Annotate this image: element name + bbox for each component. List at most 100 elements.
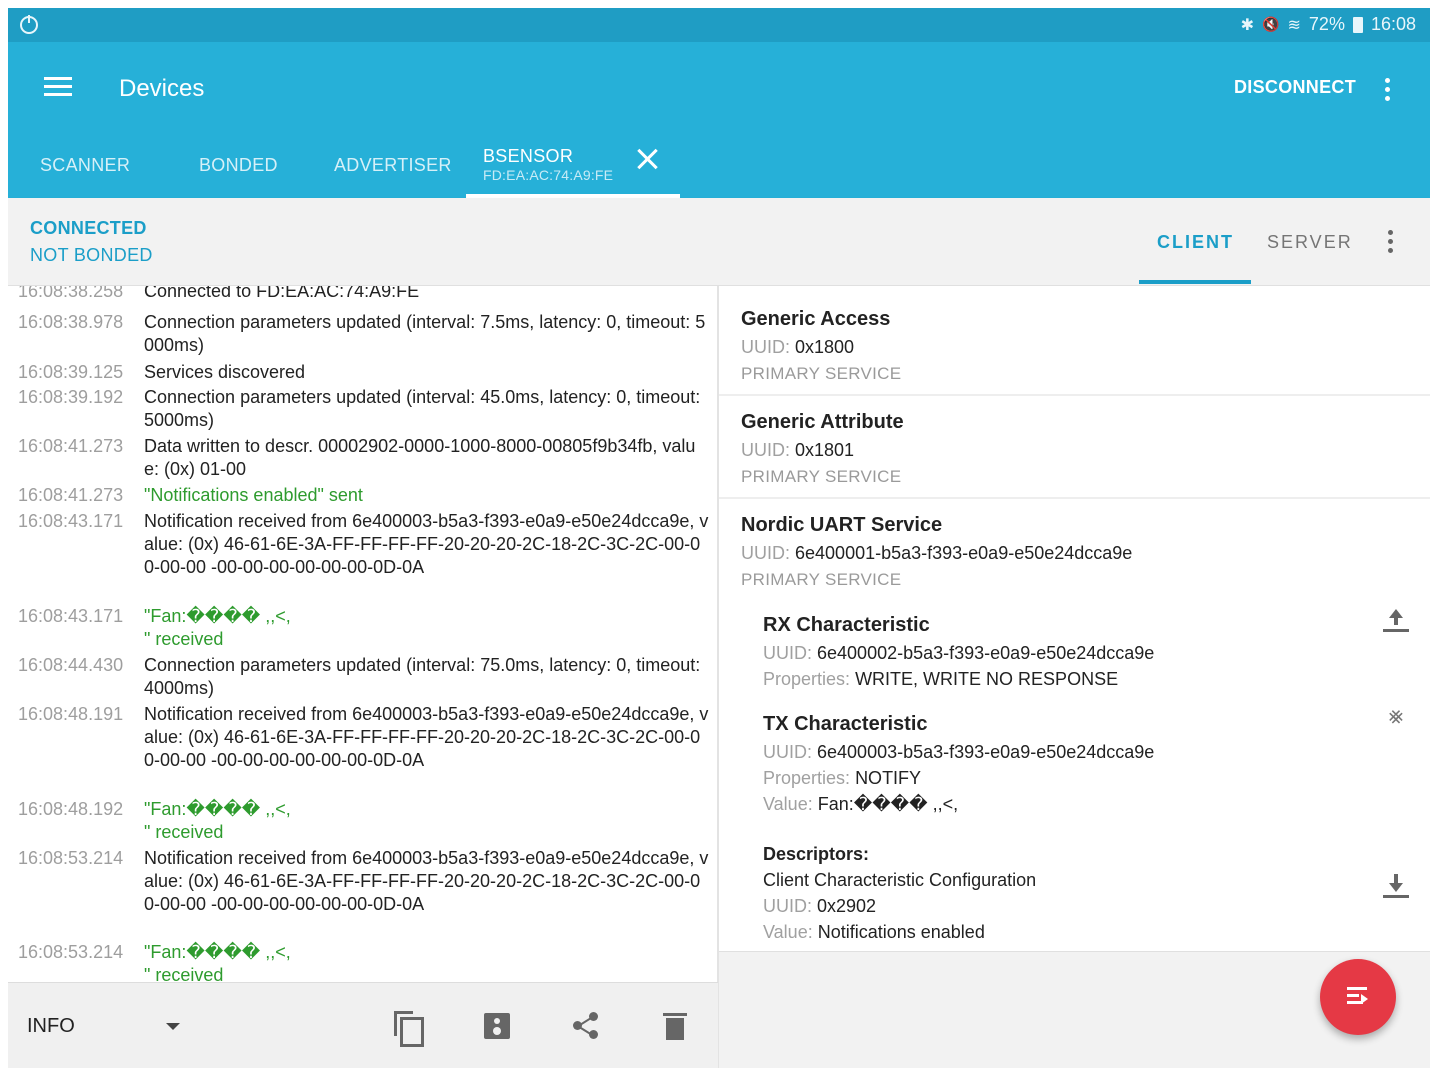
characteristic-properties: NOTIFY — [855, 768, 922, 788]
log-time: 16:08:39.192 — [18, 387, 124, 407]
app-window: ✱ 🔇 ≋ 72% 16:08 Devices DISCONNECT SCANN… — [8, 8, 1430, 1068]
power-icon — [20, 15, 38, 34]
characteristic-value: Fan:���� ,,<, — [817, 794, 959, 814]
characteristic-uuid: 6e400003-b5a3-f393-e0a9-e50e24dcca9e — [817, 742, 1155, 762]
descriptor-value: Notifications enabled — [817, 922, 985, 942]
share-icon[interactable] — [571, 1011, 601, 1041]
battery-level: 72% — [1308, 14, 1345, 34]
upload-icon[interactable] — [1381, 605, 1411, 635]
log-message: Services discovered — [144, 362, 306, 382]
menu-icon[interactable] — [44, 77, 72, 97]
log-message: Connection parameters updated (interval:… — [144, 387, 706, 430]
service-uuid: 6e400001-b5a3-f393-e0a9-e50e24dcca9e — [795, 543, 1133, 563]
value-label: Value: — [763, 922, 813, 942]
app-bar: Devices DISCONNECT SCANNER BONDED ADVERT… — [8, 42, 1430, 198]
tab-bar: SCANNER BONDED ADVERTISER BSENSOR FD:EA:… — [8, 140, 1430, 198]
service-generic-access[interactable]: Generic Access UUID: 0x1800 PRIMARY SERV… — [719, 286, 1430, 388]
copy-icon[interactable] — [392, 1011, 424, 1047]
service-type: PRIMARY SERVICE — [741, 364, 902, 383]
log-time: 16:08:38.978 — [18, 312, 124, 332]
uuid-label: UUID: — [741, 440, 790, 460]
service-name: Generic Attribute — [741, 411, 904, 433]
services-list: Generic Access UUID: 0x1800 PRIMARY SERV… — [719, 286, 1430, 951]
service-uuid: 0x1801 — [795, 440, 855, 460]
characteristic-rx[interactable]: RX Characteristic UUID: 6e400002-b5a3-f3… — [719, 601, 1430, 691]
log-level-select[interactable]: INFO — [27, 1015, 75, 1038]
log-time: 16:08:53.214 — [18, 848, 124, 868]
characteristic-tx[interactable]: TX Characteristic UUID: 6e400003-b5a3-f3… — [719, 701, 1430, 816]
log-time: 16:08:43.171 — [18, 606, 124, 626]
properties-label: Properties: — [763, 768, 851, 788]
descriptors-heading: Descriptors: — [763, 844, 870, 864]
tab-server[interactable]: SERVER — [1267, 232, 1353, 253]
uuid-label: UUID: — [741, 543, 790, 563]
close-icon[interactable] — [636, 148, 658, 170]
status-bar: ✱ 🔇 ≋ 72% 16:08 — [8, 8, 1430, 42]
log-message: "Fan:���� ,,<, " received — [144, 942, 291, 982]
log-time: 16:08:38.258 — [18, 286, 124, 301]
overflow-menu-icon[interactable] — [1388, 230, 1394, 257]
descriptor-uuid: 0x2902 — [817, 896, 877, 916]
service-uuid: 0x1800 — [795, 337, 855, 357]
status-right: ✱ 🔇 ≋ 72% 16:08 — [1241, 14, 1416, 35]
log-message: Data written to descr. 00002902-0000-100… — [144, 436, 696, 479]
tab-device[interactable]: BSENSOR FD:EA:AC:74:A9:FE — [466, 140, 680, 198]
log-message: Notification received from 6e400003-b5a3… — [144, 511, 709, 577]
clock: 16:08 — [1370, 14, 1416, 34]
tab-label: BSENSOR — [483, 146, 574, 166]
battery-icon — [1352, 16, 1363, 33]
service-nordic-uart[interactable]: Nordic UART Service UUID: 6e400001-b5a3-… — [719, 499, 1430, 594]
client-tab-indicator — [1139, 280, 1251, 284]
page-title: Devices — [119, 75, 205, 102]
log-time: 16:08:43.171 — [18, 511, 124, 531]
log-message: "Notifications enabled" sent — [144, 485, 363, 505]
characteristic-name: TX Characteristic — [763, 713, 928, 735]
log-message: Notification received from 6e400003-b5a3… — [144, 704, 709, 770]
log-time: 16:08:48.191 — [18, 704, 124, 724]
bond-state: NOT BONDED — [30, 245, 153, 265]
log-message: Connected to FD:EA:AC:74:A9:FE — [144, 286, 420, 301]
log-message: "Fan:���� ,,<, " received — [144, 799, 291, 842]
delete-icon[interactable] — [662, 1011, 692, 1041]
tab-label: ADVERTISER — [334, 155, 452, 175]
characteristic-name: RX Characteristic — [763, 614, 930, 636]
mute-icon: 🔇 — [1262, 16, 1280, 32]
log-message: "Fan:���� ,,<, " received — [144, 606, 291, 649]
log-toolbar: INFO — [8, 982, 718, 1068]
descriptor-cccd[interactable]: Descriptors: Client Characteristic Confi… — [719, 834, 1430, 949]
log-time: 16:08:41.273 — [18, 485, 124, 505]
service-type: PRIMARY SERVICE — [741, 570, 902, 589]
disconnect-button[interactable]: DISCONNECT — [1234, 77, 1356, 98]
log-message: Connection parameters updated (interval:… — [144, 655, 706, 698]
log-list[interactable]: 16:08:38.258 Connected to FD:EA:AC:74:A9… — [8, 286, 718, 982]
chevron-down-icon[interactable] — [166, 1023, 180, 1030]
show-log-fab[interactable] — [1320, 959, 1396, 1035]
log-time: 16:08:39.125 — [18, 362, 124, 382]
bluetooth-icon: ✱ — [1240, 16, 1255, 34]
wifi-icon: ≋ — [1287, 16, 1301, 34]
tab-client[interactable]: CLIENT — [1157, 232, 1234, 253]
value-label: Value: — [763, 794, 813, 814]
tab-label: SCANNER — [40, 155, 131, 175]
service-name: Generic Access — [741, 308, 891, 330]
log-time: 16:08:53.214 — [18, 942, 124, 962]
uuid-label: UUID: — [763, 896, 812, 916]
uuid-label: UUID: — [763, 643, 812, 663]
log-time: 16:08:41.273 — [18, 436, 124, 456]
notifications-off-icon[interactable]: ⨳ — [1381, 701, 1411, 731]
service-generic-attribute[interactable]: Generic Attribute UUID: 0x1801 PRIMARY S… — [719, 396, 1430, 496]
overflow-menu-icon[interactable] — [1385, 78, 1391, 105]
tab-label: BONDED — [199, 155, 278, 175]
service-name: Nordic UART Service — [741, 514, 943, 536]
properties-label: Properties: — [763, 669, 851, 689]
service-type: PRIMARY SERVICE — [741, 467, 902, 486]
uuid-label: UUID: — [741, 337, 790, 357]
log-time: 16:08:48.192 — [18, 799, 124, 819]
connection-state: CONNECTED — [30, 218, 147, 238]
descriptor-name: Client Characteristic Configuration — [763, 870, 1037, 890]
download-icon[interactable] — [1381, 871, 1411, 901]
save-icon[interactable] — [482, 1011, 512, 1041]
log-message: Notification received from 6e400003-b5a3… — [144, 848, 709, 914]
tab-device-address: FD:EA:AC:74:A9:FE — [483, 167, 614, 183]
uuid-label: UUID: — [763, 742, 812, 762]
